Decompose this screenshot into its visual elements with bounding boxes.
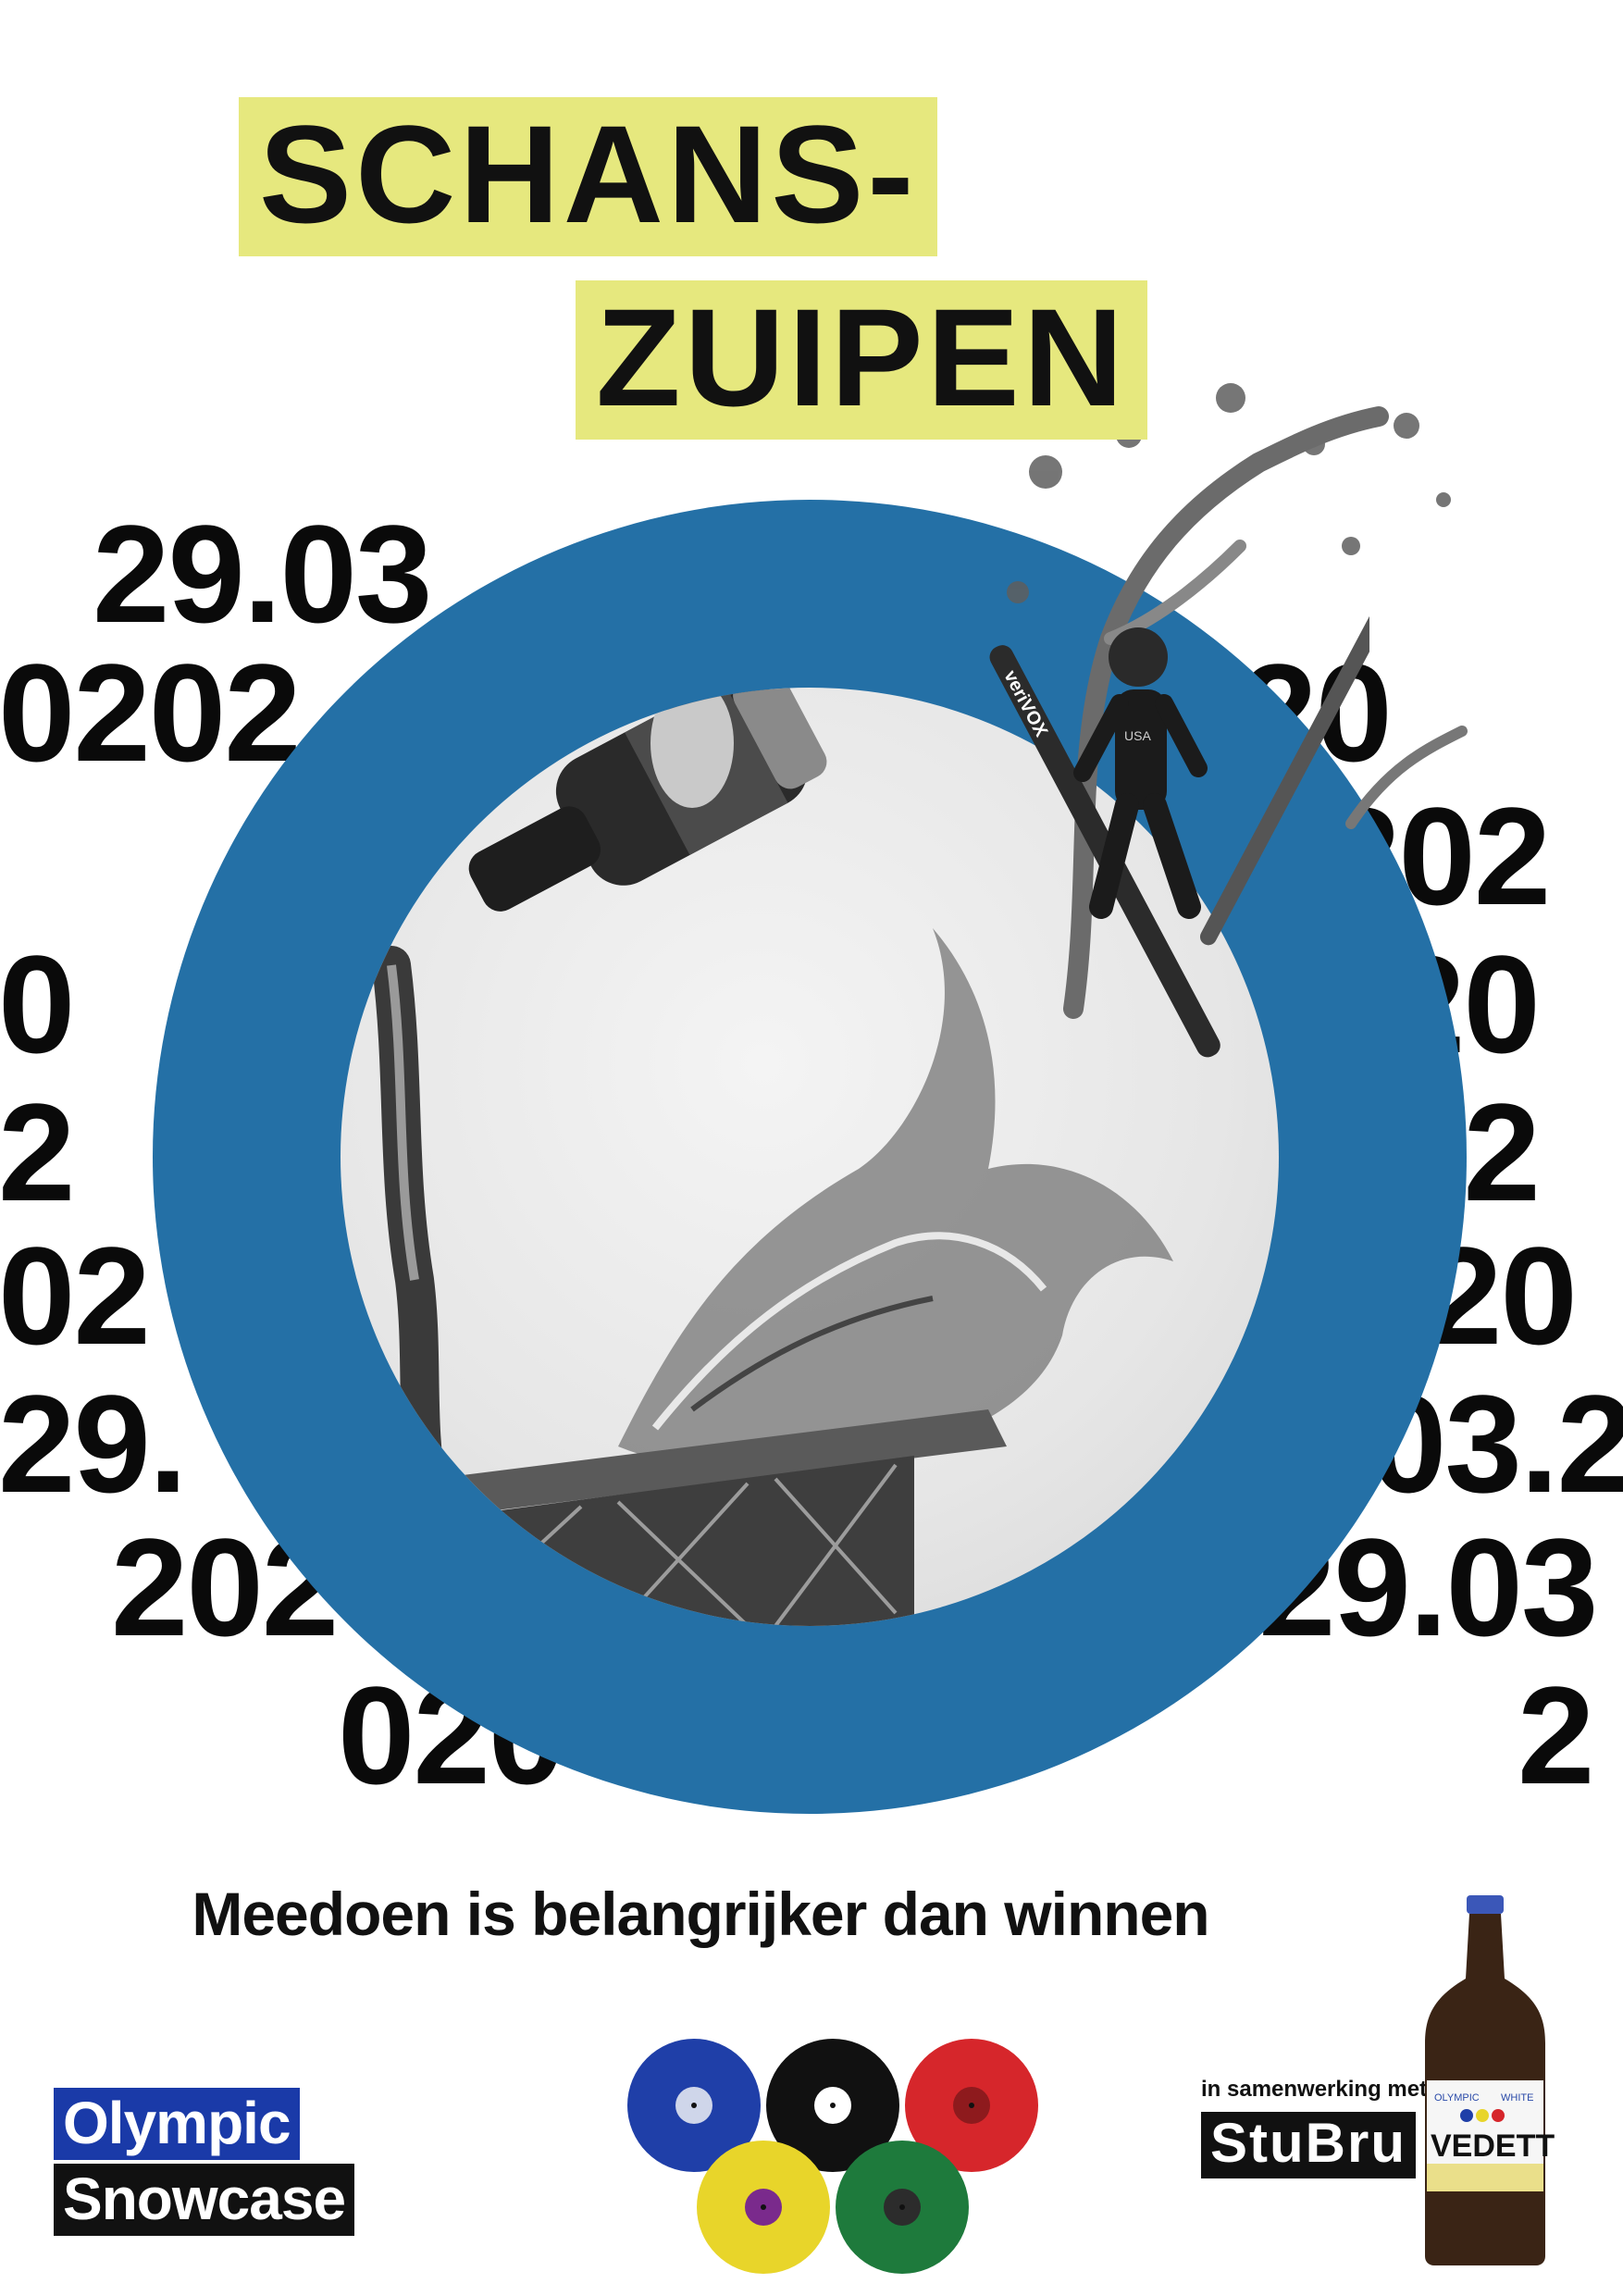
tagline-text: Meedoen is belangrijker dan winnen	[192, 1880, 1209, 1948]
date-fragment: 29.	[0, 1366, 188, 1521]
olympic-snowcase-logo: Olympic Snowcase	[54, 2088, 355, 2236]
title-line-1: SCHANS-	[239, 97, 938, 256]
record-green	[836, 2141, 969, 2274]
bottle-label: VEDETT	[1431, 2128, 1555, 2164]
date-fragment: 29.03	[93, 496, 432, 652]
record-yellow	[697, 2141, 830, 2274]
date-fragment: 02	[0, 1218, 151, 1373]
logo-line-1: Olympic	[54, 2088, 300, 2160]
date-fragment: 2	[0, 1074, 75, 1230]
tagline: Meedoen is belangrijker dan winnen	[0, 1879, 1623, 1949]
stubru-logo: StuBru	[1201, 2112, 1416, 2178]
date-fragment: 0202	[0, 635, 302, 790]
bottle-small-right: WHITE	[1501, 2092, 1533, 2104]
bottle-small-left: OLYMPIC	[1434, 2092, 1480, 2104]
suit-label: USA	[1124, 728, 1151, 743]
vedett-bottle-image: OLYMPIC WHITE VEDETT	[1425, 1895, 1555, 2265]
logo-line-2: Snowcase	[54, 2164, 355, 2236]
date-fragment: 2	[1518, 1657, 1594, 1813]
title-line-2: ZUIPEN	[576, 280, 1148, 440]
date-fragment: 0	[0, 926, 75, 1082]
partner-text: in samenwerking met	[1201, 2077, 1428, 2102]
ski-jumper-illustration: veriVOX USA	[989, 602, 1369, 1058]
vinyl-records-rings	[627, 2039, 1038, 2274]
